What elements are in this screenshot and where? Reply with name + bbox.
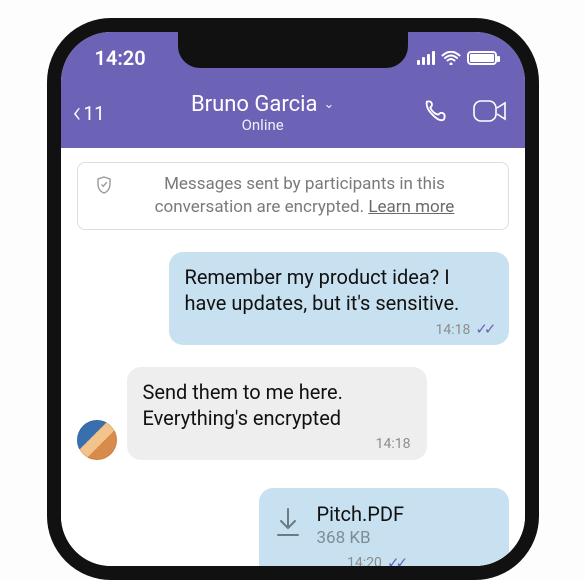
phone-frame: 14:20 ‹ 11 Bruno Garcia ⌄ Online (47, 18, 539, 580)
back-count: 11 (83, 102, 104, 125)
file-attachment[interactable]: Pitch.PDF 368 KB 14:20 ✓✓ (259, 488, 509, 578)
message-bubble[interactable]: Remember my product idea? I have updates… (169, 252, 509, 346)
header-title-block[interactable]: Bruno Garcia ⌄ Online (105, 92, 421, 134)
contact-name: Bruno Garcia (191, 92, 317, 117)
chevron-left-icon: ‹ (73, 98, 82, 128)
device-notch (178, 32, 408, 68)
chevron-down-icon: ⌄ (323, 97, 334, 112)
status-indicators (417, 51, 497, 65)
phone-icon (421, 97, 449, 125)
file-size: 368 KB (317, 528, 405, 548)
delivered-icon: ✓✓ (387, 554, 404, 572)
encryption-notice[interactable]: Messages sent by participants in this co… (77, 162, 509, 230)
file-name: Pitch.PDF (317, 502, 405, 526)
avatar[interactable] (77, 420, 117, 460)
message-text: Send them to me here. Everything's encry… (143, 379, 411, 431)
message-bubble[interactable]: Send them to me here. Everything's encry… (127, 367, 427, 459)
wifi-icon (441, 51, 461, 65)
shield-icon (96, 176, 112, 201)
contact-status: Online (105, 116, 421, 134)
delivered-icon: ✓✓ (475, 320, 492, 340)
message-row-outgoing: Remember my product idea? I have updates… (77, 252, 509, 346)
video-icon (473, 98, 507, 124)
encryption-notice-text: Messages sent by participants in this co… (120, 173, 490, 219)
battery-icon (467, 51, 497, 65)
video-call-button[interactable] (473, 98, 507, 128)
message-time: 14:20 (347, 555, 382, 571)
status-time: 14:20 (95, 46, 146, 70)
cellular-signal-icon (417, 51, 435, 65)
back-button[interactable]: ‹ 11 (73, 98, 105, 128)
message-time: 14:18 (435, 321, 470, 339)
message-text: Remember my product idea? I have updates… (185, 264, 493, 316)
chat-header: ‹ 11 Bruno Garcia ⌄ Online (61, 84, 525, 148)
message-time: 14:18 (376, 435, 411, 453)
learn-more-link[interactable]: Learn more (368, 197, 454, 217)
download-icon (273, 506, 303, 540)
message-row-incoming: Send them to me here. Everything's encry… (77, 367, 509, 459)
chat-area[interactable]: Messages sent by participants in this co… (61, 148, 525, 578)
message-row-file: Pitch.PDF 368 KB 14:20 ✓✓ (77, 488, 509, 578)
voice-call-button[interactable] (421, 97, 449, 129)
